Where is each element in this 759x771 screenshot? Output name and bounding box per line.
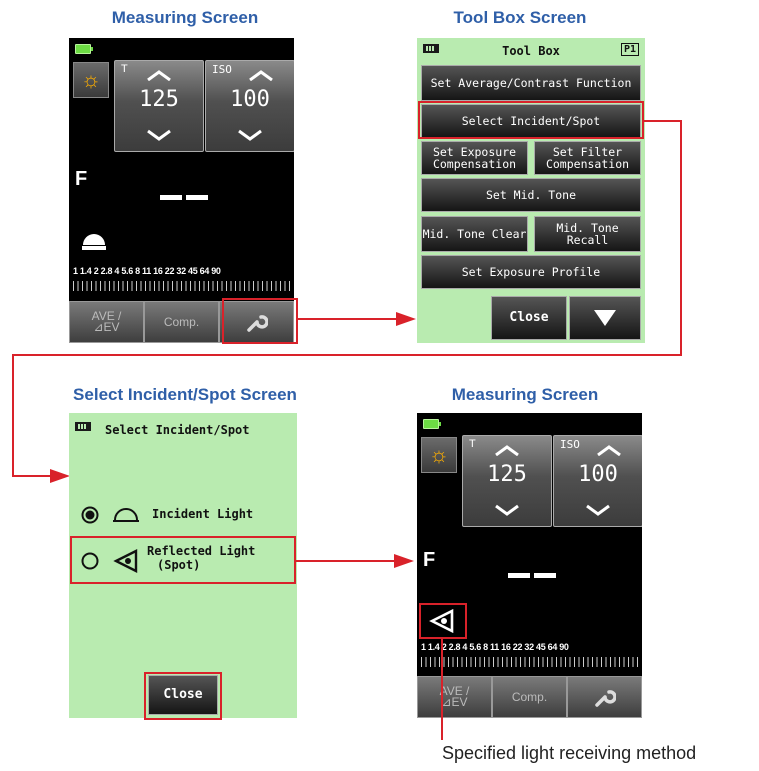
t-label: T xyxy=(121,63,128,75)
close-button[interactable]: Close xyxy=(491,296,567,340)
f-value-dash xyxy=(160,195,182,200)
caption-measuring-screen-2: Measuring Screen xyxy=(451,385,599,404)
arrow-head-icon xyxy=(396,312,416,326)
f-value-dash xyxy=(534,573,556,578)
tool-box-screen: Tool Box P1 Set Average/Contrast Functio… xyxy=(417,38,645,343)
next-page-button[interactable] xyxy=(569,296,641,340)
chevron-down-icon[interactable] xyxy=(494,504,520,516)
f-value-dash xyxy=(186,195,208,200)
ambient-mode-icon[interactable]: ☼ xyxy=(73,62,109,98)
ev-label: ⊿EV xyxy=(441,695,468,709)
annotation-text: Specified light receiving method xyxy=(442,743,697,763)
iso-label: ISO xyxy=(560,438,580,451)
chevron-down-icon[interactable] xyxy=(585,504,611,516)
measuring-screen-bottom: ☼ T 125 ISO 100 F 1 1.4 2 2.8 4 5.6 8 11… xyxy=(417,413,642,718)
ave-ev-button[interactable]: AVE / ⊿EV xyxy=(417,676,492,718)
t-label: T xyxy=(469,438,476,450)
tool-box-button-highlight xyxy=(222,298,298,344)
reflected-light-highlight xyxy=(70,536,296,584)
set-exposure-compensation-button[interactable]: Set Exposure Compensation xyxy=(421,141,528,175)
f-label: F xyxy=(423,549,436,571)
radio-selected-icon[interactable] xyxy=(81,506,99,524)
t-value: 125 xyxy=(487,462,527,487)
iso-value: 100 xyxy=(230,87,270,112)
ev-label: ⊿EV xyxy=(93,320,120,334)
tool-box-button[interactable] xyxy=(567,676,642,718)
chevron-up-icon[interactable] xyxy=(596,444,622,456)
select-title: Select Incident/Spot xyxy=(105,423,250,437)
t-value: 125 xyxy=(139,87,179,112)
page-indicator: P1 xyxy=(620,43,639,56)
mid-tone-clear-label: Mid. Tone Clear xyxy=(422,227,527,241)
chevron-up-icon[interactable] xyxy=(146,69,172,81)
connector-line xyxy=(12,354,682,356)
incident-light-label: Incident Light xyxy=(152,507,254,521)
incident-light-option[interactable]: Incident Light xyxy=(79,501,289,529)
chevron-down-icon[interactable] xyxy=(146,129,172,141)
incident-dome-icon xyxy=(113,508,139,522)
comp-button[interactable]: Comp. xyxy=(144,301,219,343)
select-incident-spot-highlight xyxy=(418,101,644,139)
set-mid-tone-button[interactable]: Set Mid. Tone xyxy=(421,178,641,212)
incident-dome-icon xyxy=(82,234,106,250)
connector-line xyxy=(680,120,682,355)
triangle-down-icon xyxy=(594,310,616,326)
close-button-highlight xyxy=(144,672,222,720)
mid-tone-clear-button[interactable]: Mid. Tone Clear xyxy=(421,216,528,252)
caption-select-screen: Select Incident/Spot Screen xyxy=(73,385,297,404)
set-exposure-profile-button[interactable]: Set Exposure Profile xyxy=(421,255,641,289)
aperture-scale-numbers: 1 1.4 2 2.8 4 5.6 8 11 16 22 32 45 64 90 xyxy=(73,266,221,276)
iso-button[interactable]: ISO 100 xyxy=(205,60,294,152)
set-mid-tone-label: Set Mid. Tone xyxy=(485,188,576,202)
wrench-icon xyxy=(594,690,616,707)
tool-box-title: Tool Box xyxy=(502,44,560,58)
f-value-dash xyxy=(508,573,530,578)
f-label: F xyxy=(75,168,88,190)
comp-label: Comp. xyxy=(511,689,548,704)
aperture-scale-ticks xyxy=(73,281,290,291)
caption-measuring-screen: Measuring Screen xyxy=(111,8,259,27)
chevron-up-icon[interactable] xyxy=(248,69,274,81)
mid-tone-recall-label: Mid. Tone Recall xyxy=(556,221,619,247)
mid-tone-recall-button[interactable]: Mid. Tone Recall xyxy=(534,216,641,252)
bottom-button-row: AVE / ⊿EV Comp. xyxy=(417,676,642,718)
comp-button[interactable]: Comp. xyxy=(492,676,567,718)
set-exposure-profile-label: Set Exposure Profile xyxy=(461,265,601,279)
caption-tool-box-screen: Tool Box Screen xyxy=(453,8,587,27)
light-method-highlight xyxy=(419,603,467,639)
iso-value: 100 xyxy=(578,462,618,487)
connector-line xyxy=(12,354,14,476)
chevron-down-icon[interactable] xyxy=(237,129,263,141)
shutter-speed-button[interactable]: T 125 xyxy=(462,435,552,527)
comp-label: Comp. xyxy=(163,314,200,329)
close-label: Close xyxy=(509,310,549,325)
chevron-up-icon[interactable] xyxy=(494,444,520,456)
connector-line xyxy=(12,475,52,477)
battery-icon xyxy=(75,44,93,54)
shutter-speed-button[interactable]: T 125 xyxy=(114,60,204,152)
arrow-head-icon xyxy=(50,469,70,483)
battery-icon xyxy=(75,422,91,431)
iso-label: ISO xyxy=(212,63,232,76)
connector-line xyxy=(296,560,396,562)
ave-ev-button[interactable]: AVE / ⊿EV xyxy=(69,301,144,343)
battery-icon xyxy=(423,419,441,429)
set-average-contrast-button[interactable]: Set Average/Contrast Function xyxy=(421,65,641,101)
set-exposure-compensation-label: Set Exposure Compensation xyxy=(432,145,517,171)
connector-line xyxy=(298,318,398,320)
arrow-head-icon xyxy=(394,554,414,568)
annotation-leader-line xyxy=(441,639,443,740)
connector-line xyxy=(644,120,681,122)
aperture-scale-numbers: 1 1.4 2 2.8 4 5.6 8 11 16 22 32 45 64 90 xyxy=(421,642,569,652)
set-average-contrast-label: Set Average/Contrast Function xyxy=(430,76,632,90)
aperture-scale-ticks xyxy=(421,657,638,667)
set-filter-compensation-label: Set Filter Compensation xyxy=(545,145,630,171)
ambient-mode-icon[interactable]: ☼ xyxy=(421,437,457,473)
iso-button[interactable]: ISO 100 xyxy=(553,435,642,527)
set-filter-compensation-button[interactable]: Set Filter Compensation xyxy=(534,141,641,175)
